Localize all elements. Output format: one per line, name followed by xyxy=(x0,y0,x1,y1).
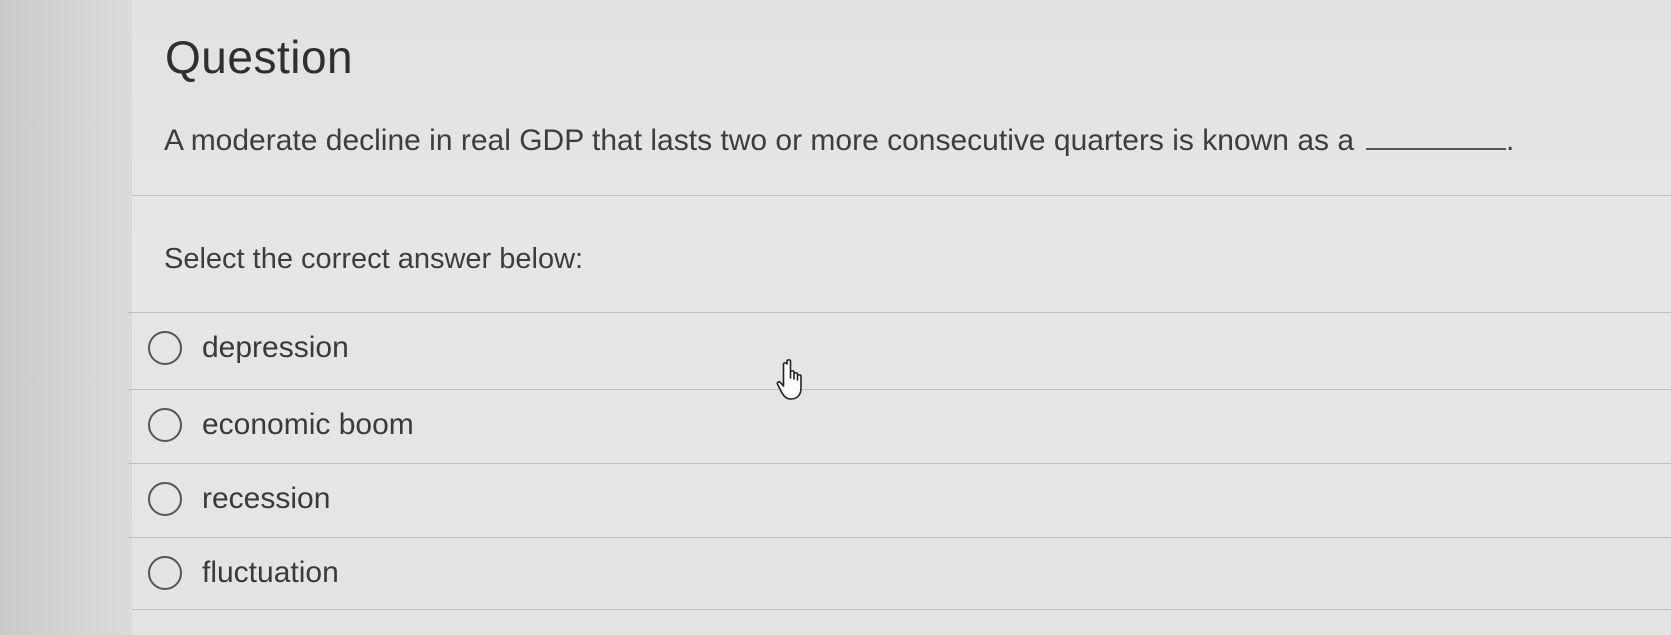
hand-pointer-icon xyxy=(776,359,802,400)
question-text: A moderate decline in real GDP that last… xyxy=(164,124,1355,157)
answer-blank xyxy=(1366,128,1507,150)
option-label[interactable]: fluctuation xyxy=(202,556,339,590)
option-depression[interactable]: depression xyxy=(128,312,1671,382)
radio-button[interactable] xyxy=(148,330,182,365)
option-label[interactable]: recession xyxy=(202,482,330,516)
radio-button[interactable] xyxy=(148,555,182,590)
option-economic-boom[interactable]: economic boom xyxy=(128,389,1671,459)
option-fluctuation[interactable]: fluctuation xyxy=(128,537,1671,607)
option-label[interactable]: economic boom xyxy=(202,408,414,442)
screen: Question A moderate decline in real GDP … xyxy=(0,0,1671,635)
divider xyxy=(132,195,1671,196)
divider xyxy=(132,609,1671,610)
page-title: Question xyxy=(165,31,354,83)
radio-button[interactable] xyxy=(148,481,182,516)
question-prompt: A moderate decline in real GDP that last… xyxy=(164,124,1514,158)
instructions-text: Select the correct answer below: xyxy=(164,243,584,275)
option-recession[interactable]: recession xyxy=(128,463,1671,533)
option-label[interactable]: depression xyxy=(202,331,349,365)
radio-button[interactable] xyxy=(148,407,182,442)
question-period: . xyxy=(1506,124,1515,157)
left-gutter xyxy=(0,0,133,635)
